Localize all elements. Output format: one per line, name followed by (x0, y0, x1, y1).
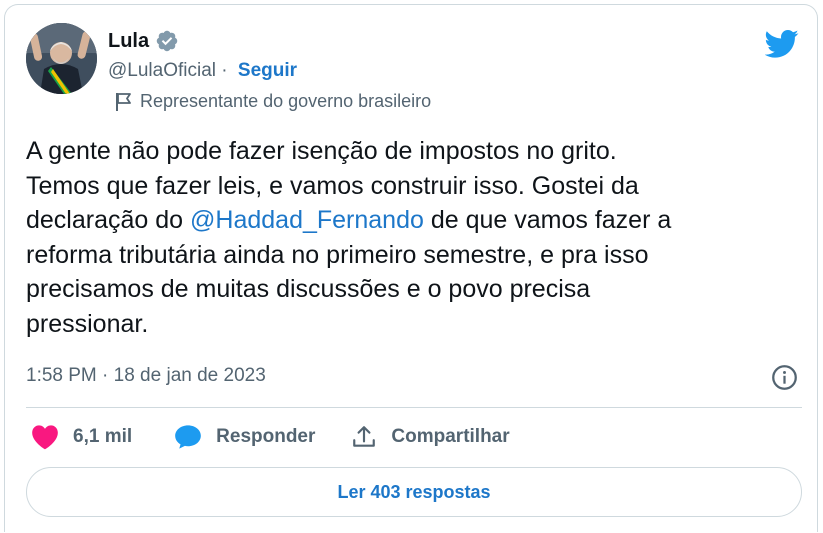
share-button[interactable]: Compartilhar (351, 424, 510, 450)
timestamp[interactable]: 1:58 PM · 18 de jan de 2023 (26, 365, 266, 387)
tweet-text: A gente não pode fazer isenção de impost… (26, 134, 801, 341)
like-button[interactable]: 6,1 mil (31, 424, 132, 450)
share-icon (353, 426, 376, 447)
avatar-image (26, 23, 97, 94)
avatar[interactable] (26, 23, 97, 94)
reply-icon (175, 425, 201, 449)
divider (26, 407, 802, 408)
read-replies-button[interactable]: Ler 403 respostas (26, 467, 802, 517)
account-label: Representante do governo brasileiro (140, 91, 432, 111)
info-icon[interactable] (771, 364, 798, 391)
mention-link[interactable]: @Haddad_Fernando (190, 206, 424, 234)
verified-badge-icon (156, 30, 178, 52)
author-handle[interactable]: @LulaOficial (108, 60, 216, 82)
twitter-bird-icon[interactable] (765, 29, 799, 59)
follow-button[interactable]: Seguir (238, 60, 297, 82)
flag-icon (116, 92, 131, 111)
tweet-card: Lula @LulaOficial · Seguir Representante… (4, 4, 818, 532)
handle-separator: · (216, 60, 233, 81)
reply-label: Responder (216, 426, 316, 447)
share-label: Compartilhar (391, 426, 510, 447)
like-count: 6,1 mil (73, 426, 133, 447)
author-name[interactable]: Lula (108, 30, 149, 53)
reply-button[interactable]: Responder (174, 424, 315, 450)
heart-icon (32, 425, 58, 450)
